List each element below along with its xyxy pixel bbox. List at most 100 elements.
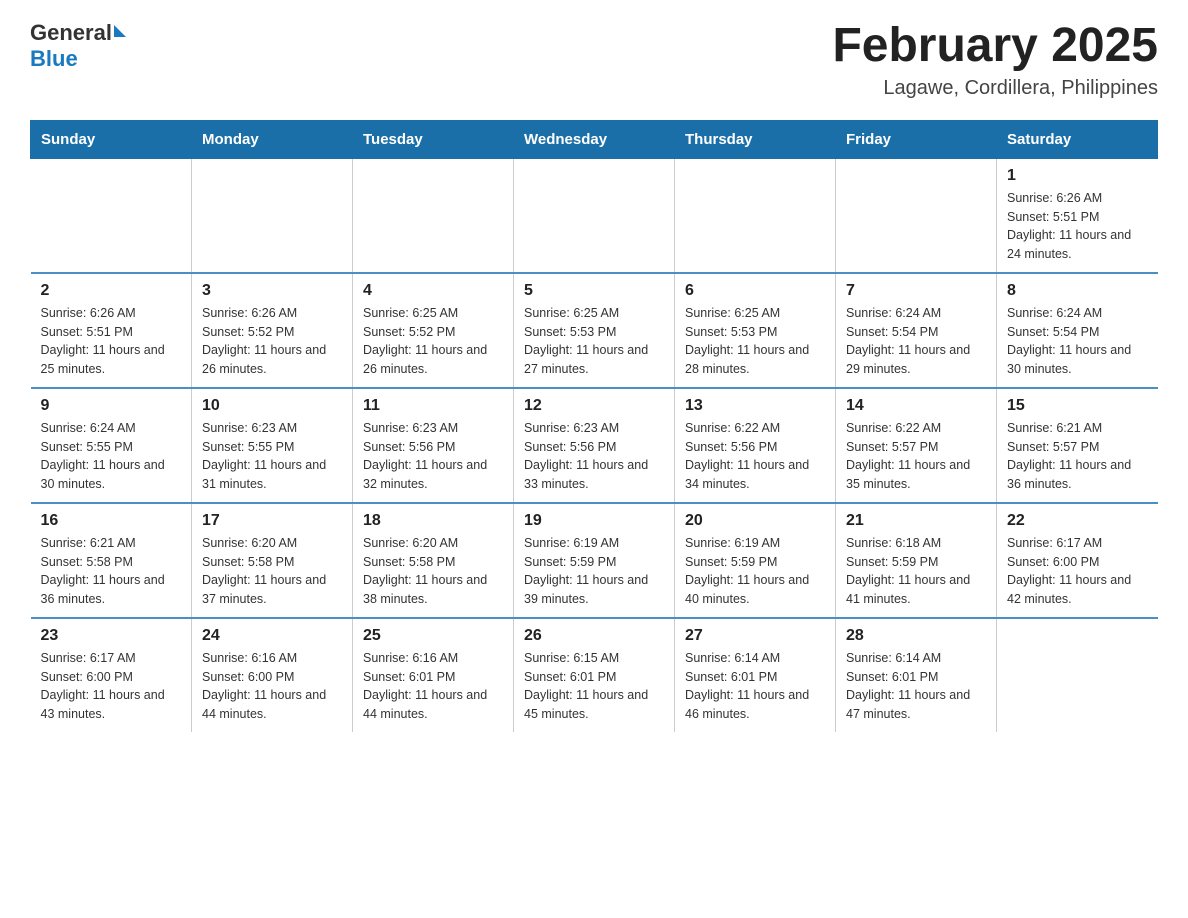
calendar-cell: 9 Sunrise: 6:24 AM Sunset: 5:55 PM Daylig… bbox=[31, 388, 192, 503]
day-info: Sunrise: 6:14 AM Sunset: 6:01 PM Dayligh… bbox=[846, 649, 986, 724]
calendar-cell bbox=[353, 158, 514, 273]
col-thursday: Thursday bbox=[675, 120, 836, 158]
day-info: Sunrise: 6:21 AM Sunset: 5:57 PM Dayligh… bbox=[1007, 419, 1148, 494]
day-number: 22 bbox=[1007, 512, 1148, 530]
calendar-cell: 11 Sunrise: 6:23 AM Sunset: 5:56 PM Dayli… bbox=[353, 388, 514, 503]
day-info: Sunrise: 6:24 AM Sunset: 5:54 PM Dayligh… bbox=[846, 304, 986, 379]
day-info: Sunrise: 6:26 AM Sunset: 5:51 PM Dayligh… bbox=[1007, 189, 1148, 264]
day-number: 20 bbox=[685, 512, 825, 530]
day-number: 11 bbox=[363, 397, 503, 415]
day-number: 27 bbox=[685, 627, 825, 645]
calendar-week-row: 16 Sunrise: 6:21 AM Sunset: 5:58 PM Dayli… bbox=[31, 503, 1158, 618]
day-number: 7 bbox=[846, 282, 986, 300]
calendar-table: Sunday Monday Tuesday Wednesday Thursday… bbox=[30, 120, 1158, 732]
day-info: Sunrise: 6:23 AM Sunset: 5:55 PM Dayligh… bbox=[202, 419, 342, 494]
calendar-week-row: 9 Sunrise: 6:24 AM Sunset: 5:55 PM Daylig… bbox=[31, 388, 1158, 503]
day-info: Sunrise: 6:25 AM Sunset: 5:53 PM Dayligh… bbox=[524, 304, 664, 379]
calendar-cell: 7 Sunrise: 6:24 AM Sunset: 5:54 PM Daylig… bbox=[836, 273, 997, 388]
day-number: 17 bbox=[202, 512, 342, 530]
day-info: Sunrise: 6:24 AM Sunset: 5:54 PM Dayligh… bbox=[1007, 304, 1148, 379]
calendar-cell bbox=[836, 158, 997, 273]
calendar-cell bbox=[675, 158, 836, 273]
day-info: Sunrise: 6:17 AM Sunset: 6:00 PM Dayligh… bbox=[41, 649, 182, 724]
calendar-cell: 26 Sunrise: 6:15 AM Sunset: 6:01 PM Dayli… bbox=[514, 618, 675, 732]
day-number: 3 bbox=[202, 282, 342, 300]
day-info: Sunrise: 6:18 AM Sunset: 5:59 PM Dayligh… bbox=[846, 534, 986, 609]
day-info: Sunrise: 6:17 AM Sunset: 6:00 PM Dayligh… bbox=[1007, 534, 1148, 609]
day-info: Sunrise: 6:22 AM Sunset: 5:56 PM Dayligh… bbox=[685, 419, 825, 494]
calendar-week-row: 1 Sunrise: 6:26 AM Sunset: 5:51 PM Daylig… bbox=[31, 158, 1158, 273]
calendar-week-row: 23 Sunrise: 6:17 AM Sunset: 6:00 PM Dayli… bbox=[31, 618, 1158, 732]
calendar-title-block: February 2025 Lagawe, Cordillera, Philip… bbox=[832, 20, 1158, 100]
day-info: Sunrise: 6:19 AM Sunset: 5:59 PM Dayligh… bbox=[685, 534, 825, 609]
day-number: 18 bbox=[363, 512, 503, 530]
day-number: 25 bbox=[363, 627, 503, 645]
col-tuesday: Tuesday bbox=[353, 120, 514, 158]
day-number: 8 bbox=[1007, 282, 1148, 300]
calendar-cell bbox=[31, 158, 192, 273]
day-info: Sunrise: 6:23 AM Sunset: 5:56 PM Dayligh… bbox=[363, 419, 503, 494]
day-info: Sunrise: 6:14 AM Sunset: 6:01 PM Dayligh… bbox=[685, 649, 825, 724]
page-header: General Blue February 2025 Lagawe, Cordi… bbox=[30, 20, 1158, 100]
calendar-week-row: 2 Sunrise: 6:26 AM Sunset: 5:51 PM Daylig… bbox=[31, 273, 1158, 388]
calendar-cell: 13 Sunrise: 6:22 AM Sunset: 5:56 PM Dayli… bbox=[675, 388, 836, 503]
day-info: Sunrise: 6:26 AM Sunset: 5:51 PM Dayligh… bbox=[41, 304, 182, 379]
calendar-cell: 24Sunrise: 6:16 AM Sunset: 6:00 PM Dayli… bbox=[192, 618, 353, 732]
calendar-cell: 25 Sunrise: 6:16 AM Sunset: 6:01 PM Dayli… bbox=[353, 618, 514, 732]
day-number: 21 bbox=[846, 512, 986, 530]
calendar-cell bbox=[514, 158, 675, 273]
col-sunday: Sunday bbox=[31, 120, 192, 158]
calendar-subtitle: Lagawe, Cordillera, Philippines bbox=[832, 77, 1158, 100]
calendar-cell: 18 Sunrise: 6:20 AM Sunset: 5:58 PM Dayli… bbox=[353, 503, 514, 618]
day-number: 1 bbox=[1007, 167, 1148, 185]
day-number: 26 bbox=[524, 627, 664, 645]
day-info: Sunrise: 6:24 AM Sunset: 5:55 PM Dayligh… bbox=[41, 419, 182, 494]
logo-general-text: General bbox=[30, 20, 112, 46]
calendar-cell: 8 Sunrise: 6:24 AM Sunset: 5:54 PM Daylig… bbox=[997, 273, 1158, 388]
calendar-cell: 6 Sunrise: 6:25 AM Sunset: 5:53 PM Daylig… bbox=[675, 273, 836, 388]
calendar-cell: 20 Sunrise: 6:19 AM Sunset: 5:59 PM Dayli… bbox=[675, 503, 836, 618]
day-info: Sunrise: 6:20 AM Sunset: 5:58 PM Dayligh… bbox=[363, 534, 503, 609]
day-number: 9 bbox=[41, 397, 182, 415]
calendar-cell: 23 Sunrise: 6:17 AM Sunset: 6:00 PM Dayli… bbox=[31, 618, 192, 732]
day-number: 14 bbox=[846, 397, 986, 415]
day-info: Sunrise: 6:25 AM Sunset: 5:53 PM Dayligh… bbox=[685, 304, 825, 379]
day-number: 19 bbox=[524, 512, 664, 530]
calendar-cell: 16 Sunrise: 6:21 AM Sunset: 5:58 PM Dayli… bbox=[31, 503, 192, 618]
day-number: 23 bbox=[41, 627, 182, 645]
calendar-cell: 2 Sunrise: 6:26 AM Sunset: 5:51 PM Daylig… bbox=[31, 273, 192, 388]
day-info: Sunrise: 6:19 AM Sunset: 5:59 PM Dayligh… bbox=[524, 534, 664, 609]
col-monday: Monday bbox=[192, 120, 353, 158]
calendar-cell: 27 Sunrise: 6:14 AM Sunset: 6:01 PM Dayli… bbox=[675, 618, 836, 732]
col-saturday: Saturday bbox=[997, 120, 1158, 158]
day-number: 4 bbox=[363, 282, 503, 300]
day-info: Sunrise: 6:21 AM Sunset: 5:58 PM Dayligh… bbox=[41, 534, 182, 609]
col-wednesday: Wednesday bbox=[514, 120, 675, 158]
calendar-cell: 17Sunrise: 6:20 AM Sunset: 5:58 PM Dayli… bbox=[192, 503, 353, 618]
day-info: Sunrise: 6:16 AM Sunset: 6:01 PM Dayligh… bbox=[363, 649, 503, 724]
calendar-cell: 3Sunrise: 6:26 AM Sunset: 5:52 PM Daylig… bbox=[192, 273, 353, 388]
day-number: 6 bbox=[685, 282, 825, 300]
logo: General Blue bbox=[30, 20, 126, 72]
day-info: Sunrise: 6:15 AM Sunset: 6:01 PM Dayligh… bbox=[524, 649, 664, 724]
calendar-cell: 4Sunrise: 6:25 AM Sunset: 5:52 PM Daylig… bbox=[353, 273, 514, 388]
calendar-cell bbox=[192, 158, 353, 273]
calendar-cell bbox=[997, 618, 1158, 732]
day-number: 15 bbox=[1007, 397, 1148, 415]
logo-blue-text: Blue bbox=[30, 46, 78, 72]
calendar-cell: 10 Sunrise: 6:23 AM Sunset: 5:55 PM Dayli… bbox=[192, 388, 353, 503]
day-info: Sunrise: 6:23 AM Sunset: 5:56 PM Dayligh… bbox=[524, 419, 664, 494]
calendar-cell: 19 Sunrise: 6:19 AM Sunset: 5:59 PM Dayli… bbox=[514, 503, 675, 618]
day-number: 16 bbox=[41, 512, 182, 530]
logo-triangle-icon bbox=[114, 25, 126, 37]
col-friday: Friday bbox=[836, 120, 997, 158]
calendar-cell: 5Sunrise: 6:25 AM Sunset: 5:53 PM Daylig… bbox=[514, 273, 675, 388]
calendar-cell: 21 Sunrise: 6:18 AM Sunset: 5:59 PM Dayli… bbox=[836, 503, 997, 618]
day-number: 10 bbox=[202, 397, 342, 415]
day-number: 13 bbox=[685, 397, 825, 415]
calendar-cell: 12 Sunrise: 6:23 AM Sunset: 5:56 PM Dayli… bbox=[514, 388, 675, 503]
day-number: 12 bbox=[524, 397, 664, 415]
day-number: 2 bbox=[41, 282, 182, 300]
calendar-header-row: Sunday Monday Tuesday Wednesday Thursday… bbox=[31, 120, 1158, 158]
calendar-cell: 28Sunrise: 6:14 AM Sunset: 6:01 PM Dayli… bbox=[836, 618, 997, 732]
